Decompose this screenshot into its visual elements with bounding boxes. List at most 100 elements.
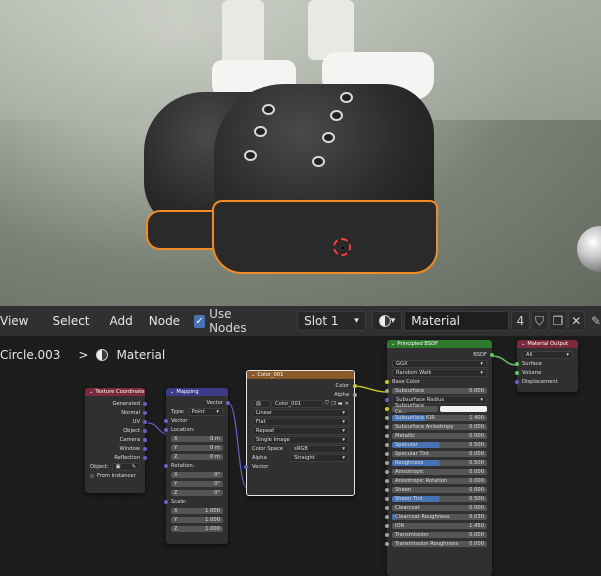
- location-x-field[interactable]: X 0 m: [171, 435, 223, 442]
- input-socket[interactable]: [385, 523, 389, 528]
- target-dropdown[interactable]: All ▾: [522, 350, 573, 359]
- input-socket[interactable]: [385, 469, 389, 474]
- bsdf-value-field[interactable]: Anisotropic 0.000: [392, 468, 487, 475]
- input-socket[interactable]: [385, 433, 389, 438]
- bsdf-value-field[interactable]: Transmission 0.000: [392, 531, 487, 538]
- output-socket[interactable]: [353, 392, 357, 397]
- menu-view[interactable]: View: [0, 314, 36, 328]
- user-count-button[interactable]: 4: [510, 311, 530, 331]
- fake-user-shield-icon[interactable]: ⛉: [325, 400, 329, 407]
- input-socket[interactable]: [385, 514, 389, 519]
- colorspace-dropdown[interactable]: sRGB ▾: [290, 444, 349, 453]
- input-socket[interactable]: [244, 464, 248, 469]
- output-socket[interactable]: [143, 419, 147, 424]
- bsdf-value-field[interactable]: Metallic 0.000: [392, 432, 487, 439]
- object-picker[interactable]: ▣ ✎: [111, 462, 140, 471]
- folder-icon[interactable]: ▬: [338, 401, 343, 407]
- output-socket[interactable]: [143, 410, 147, 415]
- bsdf-value-field[interactable]: Anisotropic Rotation 0.000: [392, 477, 487, 484]
- duplicate-icon[interactable]: ❐: [549, 311, 567, 331]
- bsdf-value-field[interactable]: Sheen Tint 0.500: [392, 495, 487, 502]
- bsdf-value-field[interactable]: Subsurface Anisotropy 0.000: [392, 423, 487, 430]
- collapse-icon[interactable]: ⌄: [89, 389, 93, 395]
- node-header[interactable]: ⌄ Material Output: [517, 340, 578, 348]
- input-socket[interactable]: [385, 478, 389, 483]
- input-socket[interactable]: [385, 424, 389, 429]
- pin-icon[interactable]: ✎: [591, 314, 601, 328]
- bsdf-value-field[interactable]: Subsurface IOR 1.400: [392, 414, 487, 421]
- output-socket[interactable]: [226, 400, 230, 405]
- input-socket[interactable]: [385, 415, 389, 420]
- output-socket[interactable]: [143, 455, 147, 460]
- use-nodes-toggle[interactable]: ✓ Use Nodes: [194, 307, 263, 335]
- collapse-icon[interactable]: ⌄: [170, 389, 174, 395]
- material-output-node[interactable]: ⌄ Material Output All ▾ Surface Volume Di…: [515, 340, 578, 392]
- source-dropdown[interactable]: Single Image ▾: [252, 435, 349, 444]
- collapse-icon[interactable]: ⌄: [391, 341, 395, 347]
- 3d-viewport[interactable]: [0, 0, 601, 306]
- input-socket[interactable]: [515, 361, 519, 366]
- input-socket[interactable]: [385, 388, 389, 393]
- color-swatch[interactable]: [440, 405, 487, 412]
- rotation-z-field[interactable]: Z 0°: [171, 489, 223, 496]
- node-header[interactable]: ⌄ Mapping: [166, 388, 228, 396]
- bsdf-value-field[interactable]: Specular 0.500: [392, 441, 487, 448]
- input-socket[interactable]: [164, 463, 168, 468]
- output-socket[interactable]: [143, 401, 147, 406]
- input-socket[interactable]: [385, 532, 389, 537]
- output-socket[interactable]: [490, 352, 494, 357]
- bsdf-value-field[interactable]: Roughness 0.500: [392, 459, 487, 466]
- output-socket[interactable]: [143, 428, 147, 433]
- input-socket[interactable]: [515, 379, 519, 384]
- input-socket[interactable]: [385, 496, 389, 501]
- scale-z-field[interactable]: Z 1.000: [171, 525, 223, 532]
- output-socket[interactable]: [143, 437, 147, 442]
- node-editor-canvas[interactable]: Circle.003 > Material ⌄ Texture Coordina…: [0, 336, 601, 576]
- input-socket[interactable]: [385, 487, 389, 492]
- extension-dropdown[interactable]: Repeat ▾: [252, 426, 349, 435]
- input-socket[interactable]: [385, 541, 389, 546]
- from-instancer-row[interactable]: From Instancer: [85, 471, 145, 480]
- unlink-close-icon[interactable]: ✕: [567, 311, 585, 331]
- scale-x-field[interactable]: X 1.000: [171, 507, 223, 514]
- input-socket[interactable]: [385, 505, 389, 510]
- input-socket[interactable]: [164, 418, 168, 423]
- node-header[interactable]: ⌄ Texture Coordinate: [85, 388, 145, 396]
- bsdf-value-field[interactable]: Clearcoat Roughness 0.030: [392, 513, 487, 520]
- breadcrumb-object[interactable]: Circle.003: [0, 348, 60, 362]
- menu-node[interactable]: Node: [141, 314, 188, 328]
- subsurface-method-dropdown[interactable]: Random Walk ▾: [392, 368, 487, 377]
- location-z-field[interactable]: Z 0 m: [171, 453, 223, 460]
- input-socket[interactable]: [164, 427, 168, 432]
- input-socket[interactable]: [385, 406, 389, 411]
- input-socket[interactable]: [385, 379, 389, 384]
- scale-y-field[interactable]: Y 1.000: [171, 516, 223, 523]
- interpolation-dropdown[interactable]: Linear ▾: [252, 408, 349, 417]
- node-header[interactable]: ⌄ Principled BSDF: [387, 340, 492, 348]
- bsdf-value-field[interactable]: Transmission Roughness 0.000: [392, 540, 487, 547]
- slot-dropdown[interactable]: Slot 1 ▾: [297, 311, 366, 331]
- type-dropdown[interactable]: Point ▾: [187, 407, 223, 416]
- input-socket[interactable]: [164, 499, 168, 504]
- bsdf-value-field[interactable]: IOR 1.450: [392, 522, 487, 529]
- image-texture-node[interactable]: ⌄ Color_001 Color Alpha ▤ Color_001 ⛉ ❐ …: [244, 370, 357, 496]
- rotation-x-field[interactable]: X 0°: [171, 471, 223, 478]
- output-socket[interactable]: [143, 446, 147, 451]
- node-header[interactable]: ⌄ Color_001: [247, 371, 354, 379]
- mapping-node[interactable]: ⌄ Mapping Vector Type: Point ▾ Vector Loca…: [164, 388, 230, 544]
- breadcrumb-material[interactable]: Material: [116, 348, 165, 362]
- location-y-field[interactable]: Y 0 m: [171, 444, 223, 451]
- collapse-icon[interactable]: ⌄: [251, 372, 255, 378]
- collapse-icon[interactable]: ⌄: [521, 341, 525, 347]
- bsdf-value-field[interactable]: Subsurface Co...: [392, 403, 438, 415]
- image-name-field[interactable]: Color_001: [271, 399, 324, 408]
- material-name-field[interactable]: Material: [404, 311, 509, 331]
- principled-bsdf-node[interactable]: ⌄ Principled BSDF BSDF GGX ▾ Random Walk ▾…: [385, 340, 494, 576]
- distribution-dropdown[interactable]: GGX ▾: [392, 359, 487, 368]
- bsdf-value-field[interactable]: Subsurface 0.000: [392, 387, 487, 394]
- menu-add[interactable]: Add: [102, 314, 141, 328]
- output-socket[interactable]: [353, 383, 357, 388]
- texture-coordinate-node[interactable]: ⌄ Texture Coordinate Generated Normal UV…: [85, 388, 147, 493]
- material-browse-button[interactable]: ▾: [371, 311, 403, 331]
- input-socket[interactable]: [385, 451, 389, 456]
